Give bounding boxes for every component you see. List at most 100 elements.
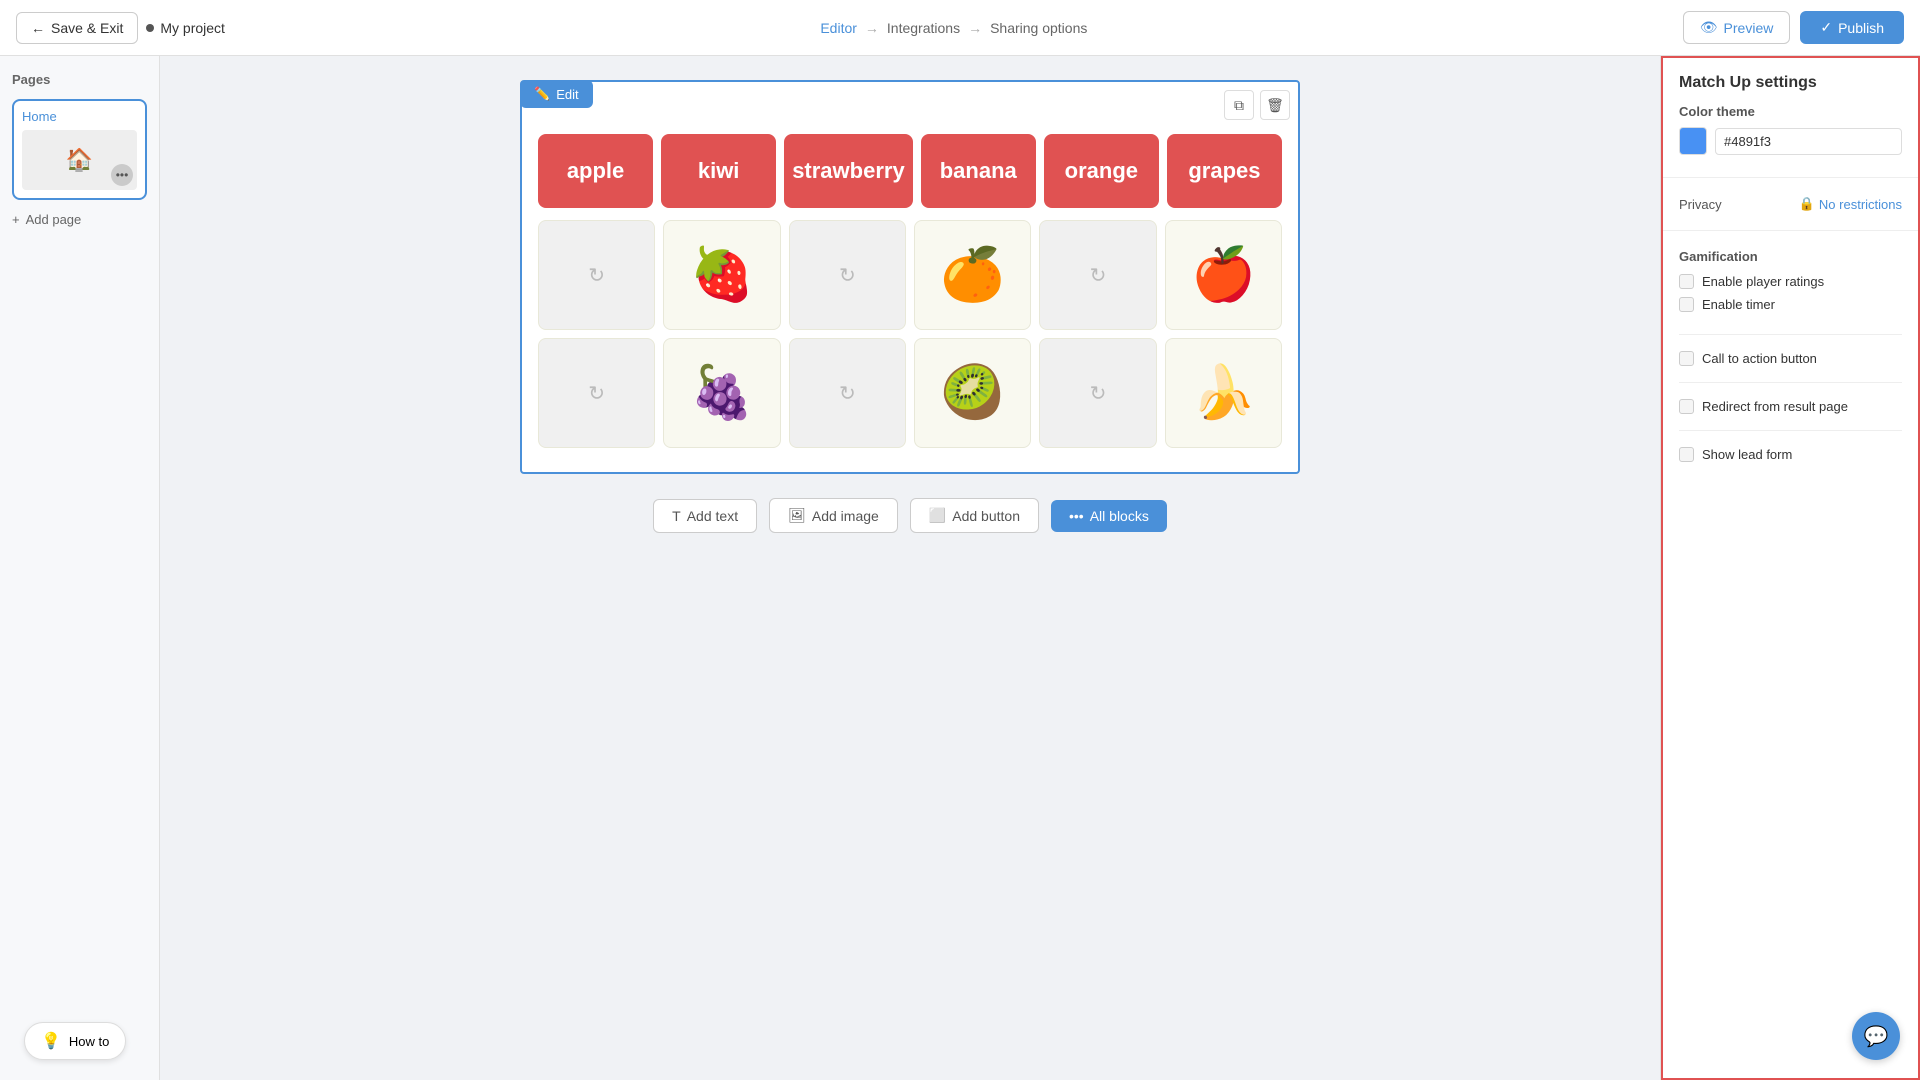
divider-3 [1679,334,1902,335]
page-thumbnail: 🏠 ••• [22,130,137,190]
rotate-icon-3: ↻ [1090,263,1107,288]
right-panel-inner: Match Up settings Color theme Privacy 🔒 … [1661,56,1920,1080]
all-blocks-button[interactable]: ••• All blocks [1051,500,1167,532]
save-exit-button[interactable]: ← Save & Exit [16,12,138,44]
text-icon: T [672,508,681,524]
how-to-button[interactable]: 💡 How to [24,1022,126,1060]
page-card-label: Home [22,109,137,124]
check-icon: ✓ [1820,19,1832,36]
enable-timer-checkbox[interactable] [1679,297,1694,312]
add-image-button[interactable]: 🖼 Add image [769,498,898,533]
page-card-home[interactable]: Home 🏠 ••• [12,99,147,200]
fruit-tile-strawberry[interactable]: strawberry [784,134,913,208]
sharing-nav-item[interactable]: Sharing options [990,20,1087,36]
img-tile-banana[interactable]: 🍌 [1165,338,1282,448]
call-to-action-label: Call to action button [1702,351,1817,366]
main-layout: Pages Home 🏠 ••• + Add page Feedback ✏️ … [0,56,1920,1080]
img-tile-empty-6[interactable]: ↻ [1039,338,1156,448]
color-theme-label: Color theme [1679,104,1902,119]
canvas-area: ✏️ Edit ⧉ 🗑 apple kiwi strawberry banana… [160,56,1660,1080]
enable-timer-row: Enable timer [1679,297,1902,312]
fruit-tile-banana[interactable]: banana [921,134,1036,208]
settings-title: Match Up settings [1663,58,1918,104]
privacy-link[interactable]: 🔒 No restrictions [1799,196,1902,212]
rotate-icon-4: ↻ [588,381,605,406]
arrow-icon-2: → [968,20,982,36]
img-tile-empty-1[interactable]: ↻ [538,220,655,330]
page-more-button[interactable]: ••• [111,164,133,186]
project-status-dot [146,24,154,32]
img-tile-orange[interactable]: 🍊 [914,220,1031,330]
gamification-section: Gamification Enable player ratings Enabl… [1663,241,1918,324]
eye-icon: 👁 [1700,19,1718,36]
delete-button[interactable]: 🗑 [1260,90,1290,120]
call-to-action-checkbox[interactable] [1679,351,1694,366]
plus-icon: + [12,212,20,227]
button-icon: ⬜ [929,507,946,524]
color-input[interactable] [1715,128,1902,155]
lock-icon: 🔒 [1799,196,1815,212]
lead-form-checkbox[interactable] [1679,447,1694,462]
sidebar: Pages Home 🏠 ••• + Add page [0,56,160,1080]
privacy-label: Privacy [1679,197,1722,212]
fruit-tile-apple[interactable]: apple [538,134,653,208]
copy-button[interactable]: ⧉ [1224,90,1254,120]
fruit-tile-kiwi[interactable]: kiwi [661,134,776,208]
img-tile-empty-5[interactable]: ↻ [789,338,906,448]
home-icon: 🏠 [66,147,93,173]
add-button-button[interactable]: ⬜ Add button [910,498,1039,533]
chat-button[interactable]: 💬 [1852,1012,1900,1060]
nav-left: ← Save & Exit My project [16,12,225,44]
pages-title: Pages [12,72,147,87]
nav-breadcrumb: Editor → Integrations → Sharing options [241,20,1667,36]
canvas-wrapper: ✏️ Edit ⧉ 🗑 apple kiwi strawberry banana… [520,80,1300,474]
integrations-nav-item[interactable]: Integrations [887,20,960,36]
image-icon: 🖼 [788,507,806,524]
rotate-icon-5: ↻ [839,381,856,406]
preview-button[interactable]: 👁 Preview [1683,11,1791,44]
divider-2 [1663,230,1918,231]
pencil-icon: ✏️ [534,86,550,102]
enable-timer-label: Enable timer [1702,297,1775,312]
img-tile-apple[interactable]: 🍎 [1165,220,1282,330]
add-blocks-row: T Add text 🖼 Add image ⬜ Add button ••• … [653,498,1167,533]
dots-icon: ••• [1069,508,1084,524]
chat-icon: 💬 [1864,1024,1889,1049]
lead-form-row: Show lead form [1663,441,1918,468]
color-swatch[interactable] [1679,127,1707,155]
divider-1 [1663,177,1918,178]
bulb-icon: 💡 [41,1031,61,1051]
edit-button[interactable]: ✏️ Edit [520,80,593,108]
fruit-words-row: apple kiwi strawberry banana orange grap… [538,134,1282,208]
grapes-emoji: 🍇 [690,367,755,419]
lead-form-label: Show lead form [1702,447,1792,462]
img-tile-empty-2[interactable]: ↻ [789,220,906,330]
img-tile-kiwi[interactable]: 🥝 [914,338,1031,448]
strawberry-emoji: 🍓 [690,249,755,301]
add-page-button[interactable]: + Add page [12,208,147,231]
divider-5 [1679,430,1902,431]
gamification-title: Gamification [1679,249,1902,264]
fruit-tile-orange[interactable]: orange [1044,134,1159,208]
call-to-action-row: Call to action button [1663,345,1918,372]
publish-button[interactable]: ✓ Publish [1800,11,1904,44]
fruit-tile-grapes[interactable]: grapes [1167,134,1282,208]
enable-ratings-checkbox[interactable] [1679,274,1694,289]
rotate-icon-2: ↻ [839,263,856,288]
apple-emoji: 🍎 [1191,249,1256,301]
redirect-checkbox[interactable] [1679,399,1694,414]
save-exit-label: Save & Exit [51,20,123,36]
rotate-icon-1: ↻ [588,263,605,288]
img-tile-strawberry[interactable]: 🍓 [663,220,780,330]
banana-emoji: 🍌 [1191,367,1256,419]
img-tile-empty-4[interactable]: ↻ [538,338,655,448]
img-tile-empty-3[interactable]: ↻ [1039,220,1156,330]
editor-nav-link[interactable]: Editor [820,20,857,36]
right-panel: Match Up settings Color theme Privacy 🔒 … [1660,56,1920,1080]
add-text-button[interactable]: T Add text [653,499,757,533]
kiwi-emoji: 🥝 [940,367,1005,419]
divider-4 [1679,382,1902,383]
img-tile-grapes[interactable]: 🍇 [663,338,780,448]
enable-ratings-label: Enable player ratings [1702,274,1824,289]
project-name: My project [146,20,225,36]
